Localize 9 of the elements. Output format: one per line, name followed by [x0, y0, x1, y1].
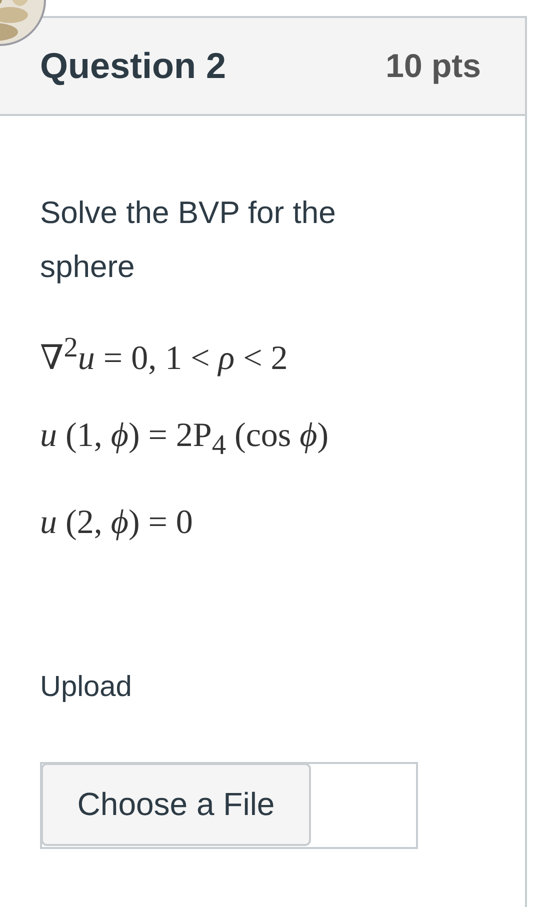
equation: ∇$^{2}$u = 0, 1 < ρ < 2: [40, 332, 289, 380]
points-label: 10 pts: [386, 47, 481, 85]
question-text: Solve the BVP for the sphere: [40, 194, 337, 286]
equation: u (1, ϕ) = 2P$_{4}$ (cos ϕ): [40, 416, 330, 464]
equation: u (2, ϕ) = 0: [40, 503, 194, 544]
upload-label: Upload: [40, 671, 133, 704]
file-field[interactable]: Choose a File: [40, 762, 418, 850]
question-title: Question 2: [40, 45, 226, 87]
choose-file-button[interactable]: Choose a File: [41, 763, 311, 846]
